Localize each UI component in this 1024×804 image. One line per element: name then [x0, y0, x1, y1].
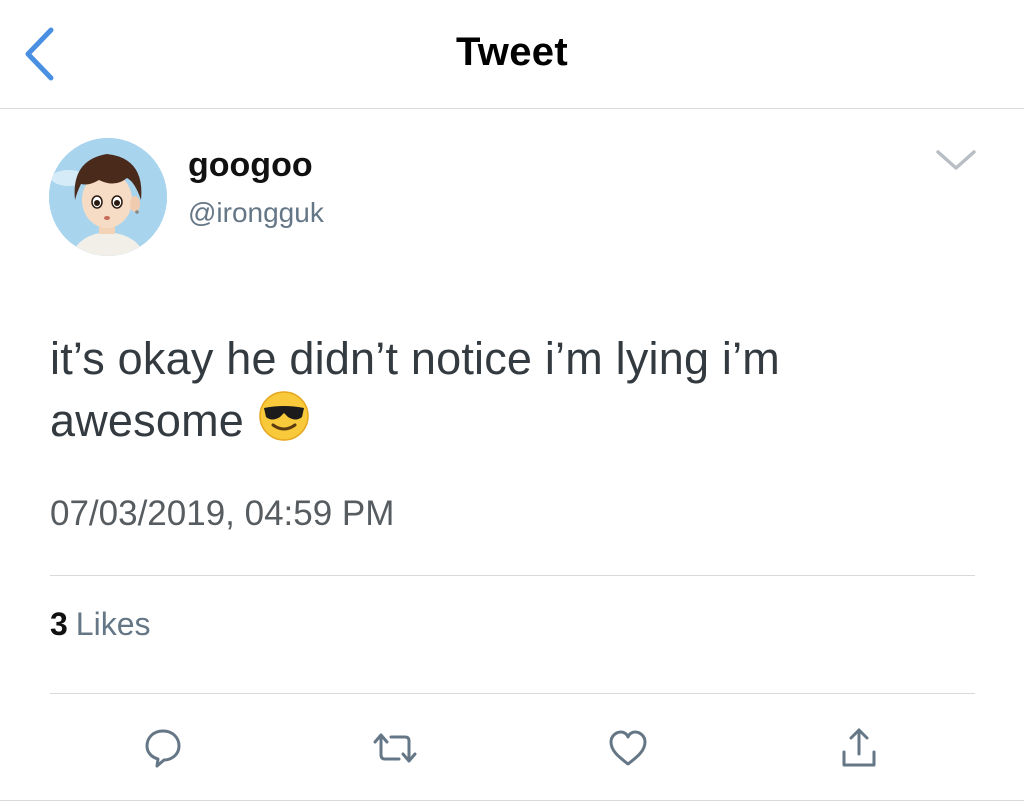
- reply-bubble-icon: [145, 729, 181, 768]
- author-display-name[interactable]: googoo: [188, 146, 313, 185]
- cartoon-boy-avatar-icon: [49, 138, 167, 256]
- heart-icon: [609, 730, 647, 766]
- tweet-text: it’s okay he didn’t notice i’m lying i’m…: [50, 333, 780, 446]
- tweet-body: it’s okay he didn’t notice i’m lying i’m…: [50, 328, 950, 458]
- navigation-bar: Tweet: [0, 0, 1024, 109]
- divider: [0, 800, 1024, 801]
- divider: [50, 693, 975, 694]
- tweet-menu-button[interactable]: [928, 140, 984, 180]
- reply-button[interactable]: [137, 722, 189, 774]
- tweet-detail-screen: Tweet googoo @irongguk it’s okay he didn…: [0, 0, 1024, 804]
- smiling-face-with-sunglasses-icon: [258, 390, 310, 458]
- divider: [50, 575, 975, 576]
- likes-label: Likes: [75, 606, 151, 642]
- tweet-timestamp: 07/03/2019, 04:59 PM: [50, 494, 395, 533]
- likes-stat[interactable]: 3 Likes: [50, 606, 151, 643]
- retweet-icon: [373, 733, 417, 763]
- author-handle[interactable]: @irongguk: [188, 197, 324, 229]
- like-button[interactable]: [602, 722, 654, 774]
- likes-count: 3: [50, 606, 68, 642]
- share-button[interactable]: [833, 722, 885, 774]
- retweet-button[interactable]: [369, 722, 421, 774]
- avatar[interactable]: [49, 138, 167, 256]
- page-title: Tweet: [456, 30, 568, 74]
- chevron-down-icon: [936, 150, 976, 170]
- share-icon: [842, 728, 876, 767]
